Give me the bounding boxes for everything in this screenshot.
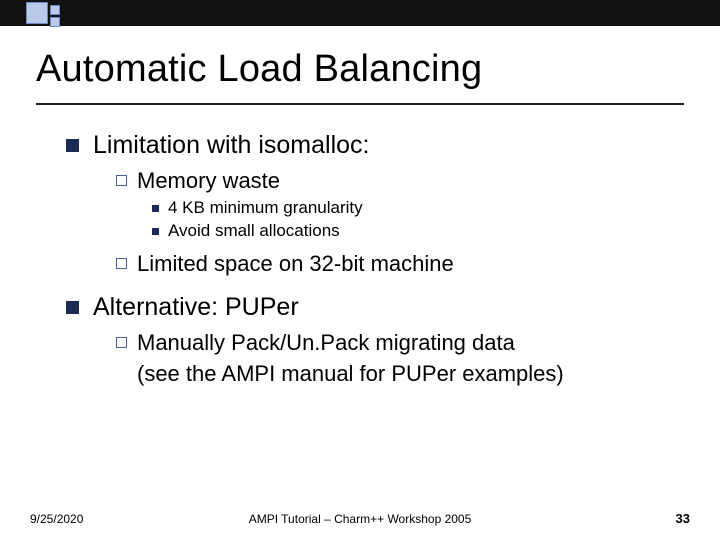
bullet-text: Limitation with isomalloc: — [93, 131, 370, 160]
sub-bullet-group: Manually Pack/Un.Pack migrating data (se… — [116, 330, 674, 389]
title-area: Automatic Load Balancing — [0, 26, 720, 97]
hollow-square-icon — [116, 337, 127, 348]
footer-center-text: AMPI Tutorial – Charm++ Workshop 2005 — [0, 512, 720, 526]
filled-square-icon — [66, 301, 79, 314]
footer: 9/25/2020 AMPI Tutorial – Charm++ Worksh… — [0, 511, 720, 526]
filled-square-icon — [66, 139, 79, 152]
square-icon — [26, 2, 48, 24]
slide-title: Automatic Load Balancing — [36, 48, 684, 91]
bullet-level-2: Memory waste — [116, 168, 674, 194]
sub-sub-bullet-group: 4 KB minimum granularity Avoid small all… — [152, 198, 674, 241]
bullet-text: Limited space on 32-bit machine — [137, 251, 454, 277]
bullet-continuation: (see the AMPI manual for PUPer examples) — [137, 360, 674, 389]
square-icon — [50, 5, 60, 15]
decorative-squares — [26, 0, 60, 29]
bullet-level-1: Limitation with isomalloc: — [66, 131, 674, 160]
slide: Automatic Load Balancing Limitation with… — [0, 0, 720, 540]
sub-bullet-group: Memory waste 4 KB minimum granularity Av… — [116, 168, 674, 277]
small-filled-square-icon — [152, 228, 159, 235]
bullet-text: Memory waste — [137, 168, 280, 194]
bullet-text: Alternative: PUPer — [93, 293, 299, 322]
top-bar — [0, 0, 720, 26]
content-area: Limitation with isomalloc: Memory waste … — [0, 105, 720, 389]
bullet-level-2: Limited space on 32-bit machine — [116, 251, 674, 277]
hollow-square-icon — [116, 175, 127, 186]
square-icon — [50, 17, 60, 27]
small-filled-square-icon — [152, 205, 159, 212]
bullet-level-2: Manually Pack/Un.Pack migrating data — [116, 330, 674, 356]
bullet-level-3: Avoid small allocations — [152, 221, 674, 241]
bullet-level-3: 4 KB minimum granularity — [152, 198, 674, 218]
hollow-square-icon — [116, 258, 127, 269]
bullet-text: 4 KB minimum granularity — [168, 198, 363, 218]
bullet-text: Avoid small allocations — [168, 221, 340, 241]
bullet-text: Manually Pack/Un.Pack migrating data — [137, 330, 515, 356]
bullet-level-1: Alternative: PUPer — [66, 293, 674, 322]
